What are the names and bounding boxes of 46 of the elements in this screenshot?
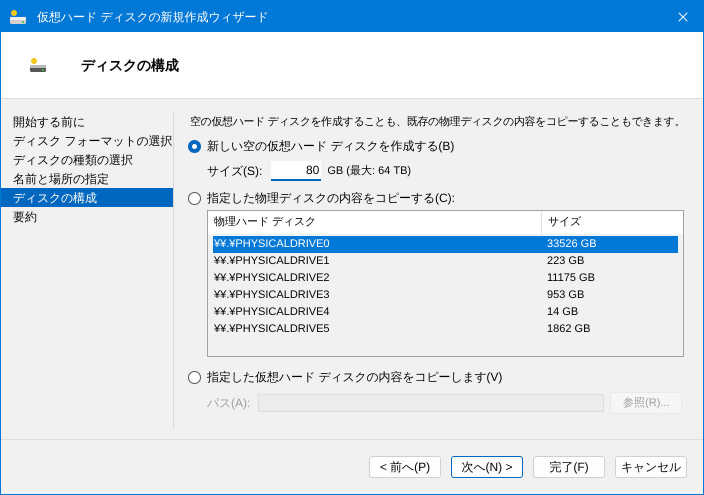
disk-row[interactable]: ¥¥.¥PHYSICALDRIVE0 33526 GB: [213, 236, 678, 253]
column-header[interactable]: 物理ハード ディスク: [208, 211, 542, 234]
step-item[interactable]: 要約: [1, 207, 173, 226]
drive-size: 11175 GB: [547, 271, 595, 286]
drive-size: 953 GB: [547, 288, 584, 304]
disk-row[interactable]: ¥¥.¥PHYSICALDRIVE4 14 GB: [213, 304, 678, 321]
disk-row[interactable]: ¥¥.¥PHYSICALDRIVE1 223 GB: [213, 253, 678, 270]
radio-button[interactable]: [188, 192, 201, 204]
size-hint: GB (最大: 64 TB): [327, 164, 412, 179]
window-title: 仮想ハード ディスクの新規作成ウィザード: [37, 8, 268, 26]
drive-name: ¥¥.¥PHYSICALDRIVE0: [213, 237, 331, 252]
drive-name: ¥¥.¥PHYSICALDRIVE3: [213, 288, 331, 304]
disk-row[interactable]: ¥¥.¥PHYSICALDRIVE5 1862 GB: [213, 321, 678, 338]
disk-row[interactable]: ¥¥.¥PHYSICALDRIVE2 11175 GB: [213, 270, 678, 287]
option-label[interactable]: 指定した仮想ハード ディスクの内容をコピーします(V): [207, 368, 502, 386]
wizard-button[interactable]: < 前へ(P): [369, 456, 441, 478]
drive-name: ¥¥.¥PHYSICALDRIVE4: [213, 305, 331, 320]
page-title: ディスクの構成: [81, 56, 179, 74]
option-label[interactable]: 指定した物理ディスクの内容をコピーする(C):: [207, 189, 455, 207]
drive-name: ¥¥.¥PHYSICALDRIVE5: [213, 322, 331, 338]
path-label: パス(A):: [207, 395, 250, 412]
drive-size: 1862 GB: [547, 322, 590, 338]
disk-icon: [29, 57, 47, 73]
radio-button[interactable]: [188, 140, 201, 152]
wizard-button[interactable]: キャンセル: [615, 456, 687, 478]
drive-name: ¥¥.¥PHYSICALDRIVE2: [213, 271, 331, 286]
drive-size: 14 GB: [547, 305, 578, 320]
step-item[interactable]: ディスクの構成: [1, 188, 173, 207]
option-label[interactable]: 新しい空の仮想ハード ディスクを作成する(B): [207, 137, 454, 155]
wizard-button[interactable]: 次へ(N) >: [451, 456, 523, 478]
description-text: 空の仮想ハード ディスクを作成することも、既存の物理ディスクの内容をコピーすることもできます。: [190, 114, 686, 130]
drive-size: 223 GB: [547, 254, 584, 270]
step-item[interactable]: 名前と場所の指定: [1, 169, 173, 188]
size-label: サイズ(S):: [207, 163, 262, 180]
disk-icon: [9, 8, 27, 24]
drive-name: ¥¥.¥PHYSICALDRIVE1: [213, 254, 331, 270]
step-item[interactable]: ディスクの種類の選択: [1, 150, 173, 169]
wizard-button[interactable]: 完了(F): [533, 456, 605, 478]
step-item[interactable]: 開始する前に: [1, 112, 173, 131]
size-field[interactable]: 80: [271, 161, 322, 181]
disk-row[interactable]: ¥¥.¥PHYSICALDRIVE3 953 GB: [213, 287, 678, 304]
column-header[interactable]: サイズ: [542, 211, 683, 234]
disk-list[interactable]: 物理ハード ディスク サイズ ¥¥.¥PHYSICALDRIVE0 33526 GB ¥¥.¥PHYSICALDRIVE1 223 GB ¥¥.¥PHYSICALDRIVE2 11175 GB ¥¥.¥PHYSICALDRIVE3 953 GB ¥¥.¥PHYSICALDRIVE4 14 GB ¥¥.¥PHYSICALDRIVE5 1862 GB: [207, 210, 684, 357]
step-item[interactable]: ディスク フォーマットの選択: [1, 131, 173, 150]
radio-button[interactable]: [188, 370, 201, 384]
drive-size: 33526 GB: [547, 237, 597, 252]
